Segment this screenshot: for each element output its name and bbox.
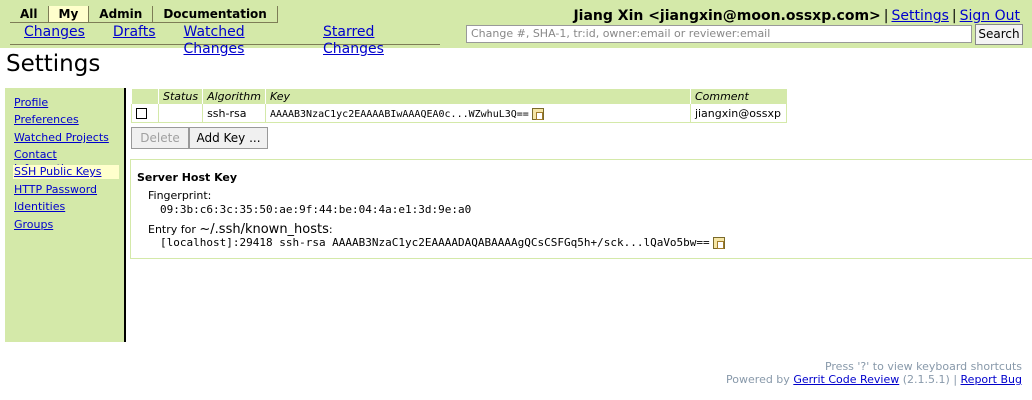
menu-admin[interactable]: Admin: [89, 6, 154, 22]
page-title: Settings: [6, 51, 101, 77]
fingerprint-value: 09:3b:c6:3c:35:50:ae:9f:44:be:04:4a:e1:3…: [160, 203, 472, 216]
sub-menu: Changes Drafts Watched Changes Starred C…: [10, 24, 440, 57]
report-bug-link[interactable]: Report Bug: [961, 373, 1022, 386]
known-hosts-path: ~/.ssh/known_hosts: [199, 222, 329, 237]
separator: |: [883, 8, 889, 24]
keyboard-shortcuts-hint: Press '?' to view keyboard shortcuts: [824, 360, 1022, 373]
add-key-button[interactable]: Add Key ...: [189, 127, 268, 149]
copy-icon[interactable]: [712, 237, 725, 249]
key-cell: AAAAB3NzaC1yc2EAAAABIwAAAQEA0c...WZwhuL3…: [264, 104, 691, 123]
menu-my[interactable]: My: [48, 6, 90, 22]
comment-column-header: Comment: [689, 89, 787, 104]
powered-by-footer: Powered by Gerrit Code Review (2.1.5.1) …: [726, 373, 1022, 386]
top-menu: All My Admin Documentation: [10, 6, 278, 23]
table-header-row: Status Algorithm Key Comment: [131, 89, 787, 104]
settings-link[interactable]: Settings: [891, 8, 948, 24]
sidebar-item-preferences[interactable]: Preferences: [13, 113, 80, 127]
key-column-header: Key: [264, 89, 691, 104]
settings-sidebar: Profile Preferences Watched Projects Con…: [5, 88, 126, 342]
entry-label-suffix: :: [328, 223, 333, 236]
algorithm-cell: ssh-rsa: [202, 104, 266, 123]
status-cell: [157, 104, 203, 123]
algorithm-column-header: Algorithm: [202, 89, 266, 104]
footer-separator: |: [953, 373, 958, 386]
checkbox-column-header: [131, 89, 159, 104]
server-host-key-panel: Server Host Key Fingerprint: 09:3b:c6:3c…: [130, 159, 1032, 259]
menu-all[interactable]: All: [10, 6, 49, 22]
link-changes[interactable]: Changes: [24, 24, 85, 44]
version-label: (2.1.5.1): [902, 373, 950, 386]
status-column-header: Status: [157, 89, 203, 104]
entry-label-prefix: Entry for: [148, 223, 200, 236]
known-hosts-entry-text: [localhost]:29418 ssh-rsa AAAAB3NzaC1yc2…: [160, 236, 710, 249]
user-name: Jiang Xin <jiangxin@moon.ossxp.com>: [573, 8, 881, 24]
link-watched-changes[interactable]: Watched Changes: [184, 24, 296, 57]
row-checkbox[interactable]: [136, 108, 147, 119]
top-bar: All My Admin Documentation Changes Draft…: [0, 0, 1032, 57]
sidebar-item-ssh-public-keys[interactable]: SSH Public Keys: [13, 165, 119, 179]
sidebar-item-identities[interactable]: Identities: [13, 200, 66, 214]
gerrit-code-review-link[interactable]: Gerrit Code Review: [793, 373, 899, 386]
copy-icon[interactable]: [531, 107, 544, 120]
known-hosts-entry-value: [localhost]:29418 ssh-rsa AAAAB3NzaC1yc2…: [160, 236, 725, 249]
separator: |: [951, 8, 957, 24]
row-checkbox-cell: [131, 104, 159, 123]
link-starred-changes[interactable]: Starred Changes: [323, 24, 426, 57]
search-button[interactable]: Search: [975, 24, 1023, 45]
sign-out-link[interactable]: Sign Out: [960, 8, 1020, 24]
user-area: Jiang Xin <jiangxin@moon.ossxp.com> | Se…: [573, 7, 1020, 25]
known-hosts-entry-label: Entry for ~/.ssh/known_hosts:: [148, 222, 333, 237]
sidebar-item-watched-projects[interactable]: Watched Projects: [13, 131, 110, 145]
delete-button[interactable]: Delete: [131, 127, 189, 149]
search-input[interactable]: Change #, SHA-1, tr:id, owner:email or r…: [466, 25, 972, 43]
table-row: ssh-rsa AAAAB3NzaC1yc2EAAAABIwAAAQEA0c..…: [131, 104, 788, 123]
sidebar-item-profile[interactable]: Profile: [13, 96, 49, 110]
fingerprint-label: Fingerprint:: [148, 189, 212, 202]
link-drafts[interactable]: Drafts: [113, 24, 156, 44]
powered-by-label: Powered by: [726, 373, 790, 386]
sidebar-item-http-password[interactable]: HTTP Password: [13, 183, 98, 197]
ssh-keys-table: Status Algorithm Key Comment ssh-rsa AAA…: [131, 89, 788, 123]
menu-documentation[interactable]: Documentation: [153, 6, 278, 22]
key-value: AAAAB3NzaC1yc2EAAAABIwAAAQEA0c...WZwhuL3…: [269, 108, 529, 120]
server-host-key-heading: Server Host Key: [137, 171, 238, 184]
comment-cell: jiangxin@ossxp: [689, 104, 788, 123]
sidebar-item-groups[interactable]: Groups: [13, 218, 54, 232]
